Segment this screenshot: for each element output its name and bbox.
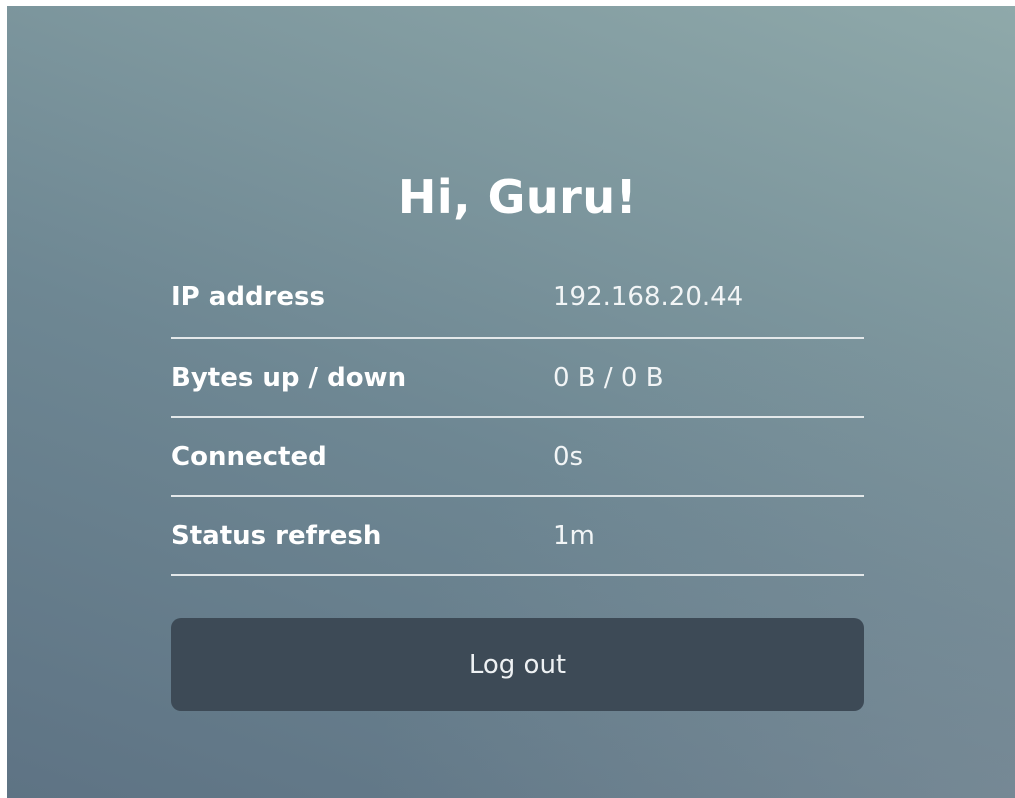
greeting-title: Hi, Guru! xyxy=(397,170,638,224)
info-label: IP address xyxy=(171,282,325,312)
info-row-ip-address: IP address 192.168.20.44 xyxy=(171,275,864,339)
info-row-status-refresh: Status refresh 1m xyxy=(171,497,864,576)
info-label: Bytes up / down xyxy=(171,362,407,393)
info-value: 192.168.20.44 xyxy=(553,282,744,312)
status-page: Hi, Guru! IP address 192.168.20.44 Bytes… xyxy=(7,6,1015,798)
info-row-bytes: Bytes up / down 0 B / 0 B xyxy=(171,339,864,418)
session-info-table: IP address 192.168.20.44 Bytes up / down… xyxy=(171,275,864,576)
info-value: 1m xyxy=(553,520,595,551)
logout-button[interactable]: Log out xyxy=(171,618,864,711)
info-row-connected: Connected 0s xyxy=(171,418,864,497)
info-value: 0s xyxy=(553,441,584,472)
info-label: Status refresh xyxy=(171,520,382,551)
status-card: Hi, Guru! IP address 192.168.20.44 Bytes… xyxy=(171,166,864,711)
info-label: Connected xyxy=(171,441,327,472)
info-value: 0 B / 0 B xyxy=(553,362,664,393)
